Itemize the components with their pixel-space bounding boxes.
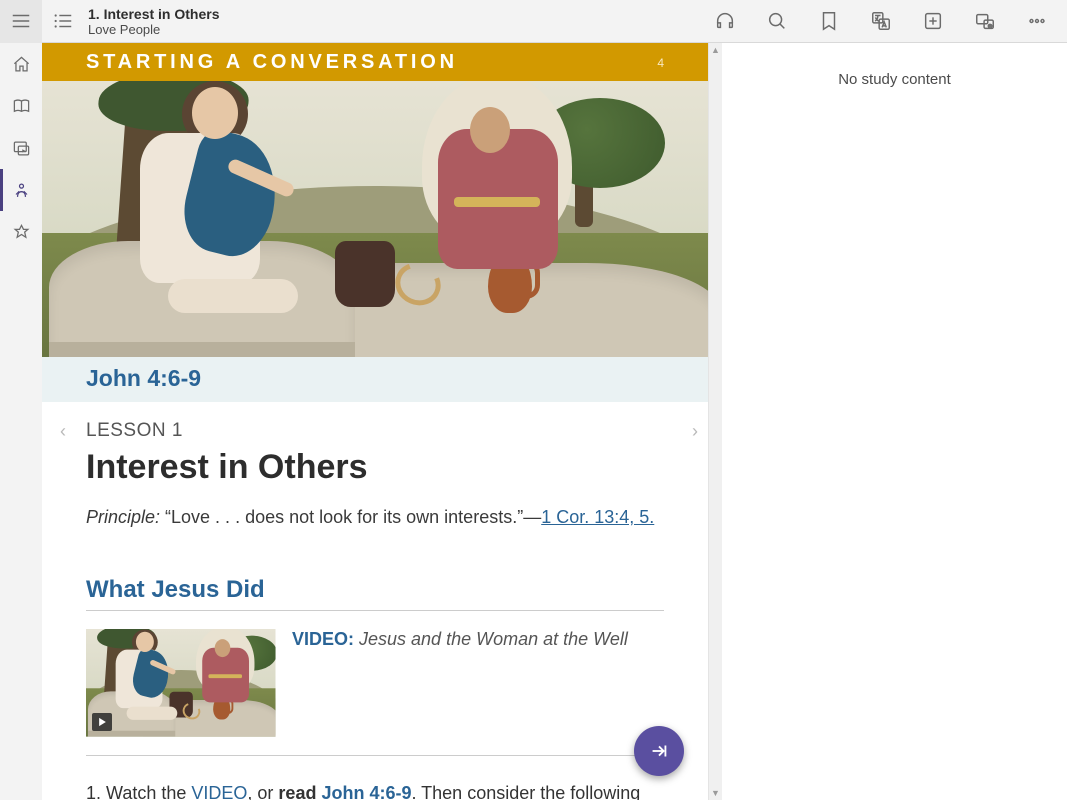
top-bar: 1. Interest in Others Love People xyxy=(0,0,1067,43)
nav-bible[interactable] xyxy=(0,85,42,127)
study-empty-message: No study content xyxy=(722,71,1067,88)
side-nav xyxy=(0,43,42,800)
vertical-scrollbar[interactable]: ▲ ▼ xyxy=(708,43,722,800)
video-name: Jesus and the Woman at the Well xyxy=(354,629,628,649)
section-heading: What Jesus Did xyxy=(86,576,664,611)
prev-chevron[interactable]: ‹ xyxy=(60,421,66,442)
principle-label: Principle: xyxy=(86,507,160,527)
share-button[interactable] xyxy=(959,0,1011,43)
more-options-button[interactable] xyxy=(1011,0,1063,43)
toc-list-button[interactable] xyxy=(42,0,84,43)
banner-page-number: 4 xyxy=(657,56,664,70)
lesson-kicker: LESSON 1 xyxy=(86,420,664,442)
nav-home[interactable] xyxy=(0,43,42,85)
nav-donate[interactable] xyxy=(0,211,42,253)
scripture-reference-bar: John 4:6-9 xyxy=(42,357,708,402)
scroll-down-arrow[interactable]: ▼ xyxy=(709,786,722,800)
study-pane: No study content xyxy=(722,43,1067,800)
hero-illustration xyxy=(42,81,708,357)
audio-button[interactable] xyxy=(699,0,751,43)
video-title: VIDEO: Jesus and the Woman at the Well xyxy=(292,629,628,737)
document-title-block: 1. Interest in Others Love People xyxy=(88,6,219,37)
add-note-button[interactable] xyxy=(907,0,959,43)
play-icon xyxy=(92,713,112,731)
video-thumbnail[interactable] xyxy=(86,629,276,737)
principle-paragraph: Principle: “Love . . . does not look for… xyxy=(86,505,664,530)
bookmark-button[interactable] xyxy=(803,0,855,43)
document-title: 1. Interest in Others xyxy=(88,6,219,22)
nav-ministry[interactable] xyxy=(0,169,42,211)
document-subtitle: Love People xyxy=(88,22,219,37)
nav-media[interactable] xyxy=(0,127,42,169)
toggle-study-pane-fab[interactable] xyxy=(634,726,684,776)
scripture-inline-link[interactable]: John 4:6-9 xyxy=(321,783,411,800)
search-button[interactable] xyxy=(751,0,803,43)
article-body: LESSON 1 Interest in Others Principle: “… xyxy=(42,402,708,800)
banner-title: STARTING A CONVERSATION xyxy=(86,51,458,74)
question-paragraph: 1. Watch the VIDEO, or read John 4:6-9. … xyxy=(86,780,664,800)
video-inline-link[interactable]: VIDEO xyxy=(191,783,247,800)
next-chevron[interactable]: › xyxy=(692,421,698,442)
hamburger-menu-button[interactable] xyxy=(0,0,42,43)
language-button[interactable] xyxy=(855,0,907,43)
article-heading: Interest in Others xyxy=(86,448,664,487)
scroll-up-arrow[interactable]: ▲ xyxy=(709,43,722,57)
section-banner: STARTING A CONVERSATION 4 xyxy=(42,43,708,81)
document-column: STARTING A CONVERSATION 4 xyxy=(42,43,708,800)
principle-quote: “Love . . . does not look for its own in… xyxy=(160,507,541,527)
scripture-reference-link[interactable]: John 4:6-9 xyxy=(86,365,201,391)
video-label: VIDEO: xyxy=(292,629,354,649)
principle-scripture-link[interactable]: 1 Cor. 13:4, 5. xyxy=(541,507,654,527)
scroll-track[interactable] xyxy=(709,57,722,786)
video-row: VIDEO: Jesus and the Woman at the Well xyxy=(86,629,664,756)
